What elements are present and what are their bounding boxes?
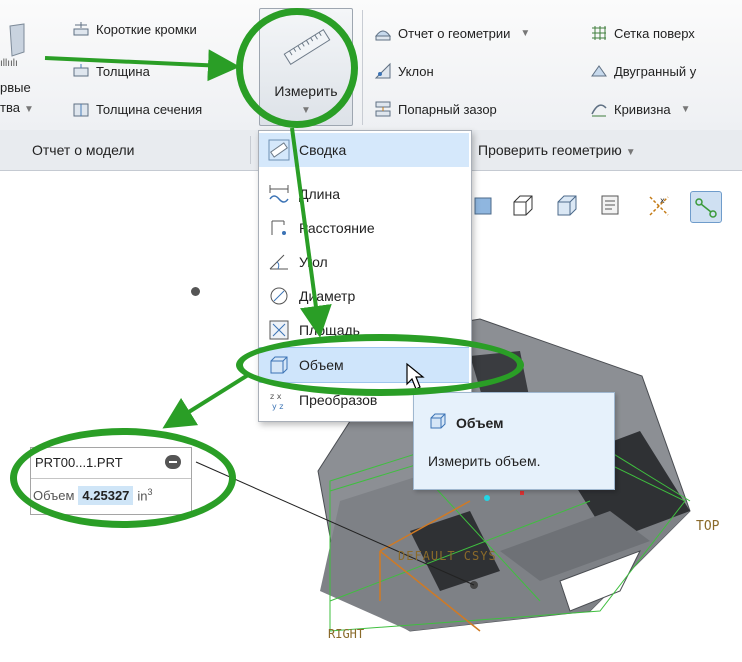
group-separator (250, 136, 251, 164)
section-thickness-icon (72, 100, 90, 118)
menu-item-angle[interactable]: Угол (259, 245, 469, 279)
dihedral-icon (590, 62, 608, 80)
model-report-group[interactable]: Отчет о модели (32, 142, 134, 158)
partial-label-top: ıllıılı (0, 58, 18, 69)
angle-icon (259, 251, 299, 273)
result-header: PRT00...1.PRT (31, 448, 191, 479)
summary-icon (259, 139, 299, 161)
menu-item-area[interactable]: Площадь (259, 313, 469, 347)
menu-item-distance[interactable]: Расстояние (259, 211, 469, 245)
chevron-down-icon: ▼ (625, 147, 636, 158)
menu-item-summary[interactable]: Сводка (259, 133, 469, 167)
ruler-icon (282, 27, 332, 70)
section-thickness-button[interactable]: Толщина сечения (72, 98, 202, 120)
check-geometry-group[interactable]: Проверить геометрию ▼ (478, 142, 636, 158)
measure-label: Измерить (274, 83, 338, 99)
ribbon: ıllıılı рвые тва ▼ Короткие кромки Толщин… (0, 0, 742, 131)
csys-label: DEFAULT CSYS (398, 549, 497, 563)
curvature-button[interactable]: Кривизна ▼ (590, 98, 691, 120)
slope-icon (374, 62, 392, 80)
pairwise-gap-icon (374, 100, 392, 118)
tooltip-title: Объем (456, 414, 504, 431)
short-edges-button[interactable]: Короткие кромки (72, 18, 197, 40)
area-icon (259, 319, 299, 341)
thickness-button[interactable]: Толщина (72, 60, 150, 82)
volume-tooltip: Объем Измерить объем. (413, 392, 615, 490)
measure-dropdown-icon: ▼ (301, 105, 311, 116)
mouse-cursor-icon (406, 362, 425, 390)
slope-button[interactable]: Уклон (374, 60, 434, 82)
surface-mesh-icon (590, 24, 608, 42)
menu-item-volume[interactable]: Объем (259, 347, 469, 383)
surface-mesh-button[interactable]: Сетка поверх (590, 22, 695, 44)
collapse-icon[interactable] (165, 455, 181, 469)
result-value[interactable]: 4.25327 (78, 486, 134, 505)
pairwise-gap-label: Попарный зазор (398, 101, 497, 117)
diameter-icon (259, 285, 299, 307)
slope-label: Уклон (398, 63, 434, 79)
thickness-icon (72, 62, 90, 80)
geometry-report-button[interactable]: Отчет о геометрии ▼ (374, 22, 530, 44)
menu-item-length[interactable]: Длина (259, 177, 469, 211)
measure-button[interactable]: Измерить ▼ (259, 8, 353, 126)
partial-label-1: рвые (0, 80, 31, 95)
datum-top-label: TOP (696, 519, 720, 534)
svg-text:y z: y z (272, 402, 283, 411)
dihedral-button[interactable]: Двугранный у (590, 60, 696, 82)
tooltip-header: Объем (428, 411, 504, 434)
volume-icon (428, 411, 448, 434)
curvature-label: Кривизна (614, 101, 671, 117)
volume-icon (259, 354, 299, 376)
result-unit: in3 (137, 487, 153, 504)
curvature-icon (590, 100, 608, 118)
measure-result-panel[interactable]: PRT00...1.PRT Объем 4.25327 in3 (30, 447, 192, 515)
svg-text:z x: z x (270, 392, 282, 401)
result-file-name: PRT00...1.PRT (35, 455, 123, 470)
dihedral-label: Двугранный у (614, 63, 697, 79)
transform-icon: z xy z (259, 389, 299, 411)
ribbon-separator (362, 10, 363, 125)
surface-mesh-label: Сетка поверх (614, 25, 695, 41)
geometry-report-label: Отчет о геометрии (398, 25, 511, 41)
distance-icon (259, 217, 299, 239)
tooltip-description: Измерить объем. (428, 453, 541, 469)
measure-dropdown-menu: Сводка Длина Расстояние Угол Диаметр Пло… (258, 130, 472, 422)
partial-label-2[interactable]: тва ▼ (0, 100, 34, 115)
result-row: Объем 4.25327 in3 (33, 486, 153, 505)
datum-right-label: RIGHT (328, 627, 365, 641)
short-edges-icon (72, 20, 90, 38)
geometry-report-icon (374, 24, 392, 42)
section-thickness-label: Толщина сечения (96, 101, 203, 117)
thickness-label: Толщина (96, 63, 150, 79)
menu-item-diameter[interactable]: Диаметр (259, 279, 469, 313)
short-edges-label: Короткие кромки (96, 21, 197, 37)
length-icon (259, 183, 299, 205)
pairwise-gap-button[interactable]: Попарный зазор (374, 98, 497, 120)
partial-icon[interactable] (2, 22, 26, 62)
chevron-down-icon: ▼ (520, 27, 531, 39)
result-label: Объем (33, 488, 75, 503)
chevron-down-icon: ▼ (680, 103, 691, 115)
result-leader-anchor (191, 287, 200, 296)
